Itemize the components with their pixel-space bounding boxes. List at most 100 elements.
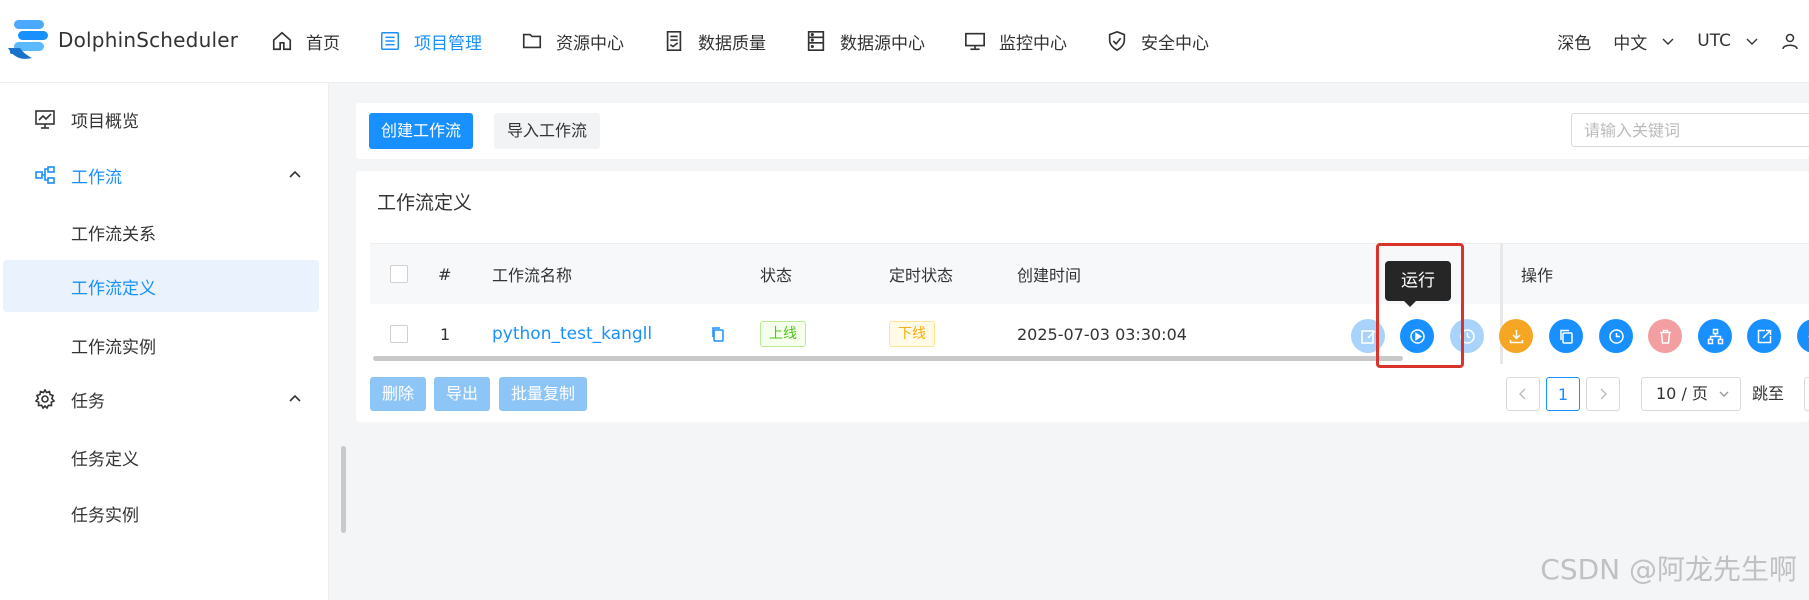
dolphin-logo-icon [8, 20, 48, 59]
sidebar-item-workflow-relation[interactable]: 工作流关系 [0, 206, 320, 258]
nav-label: 安全中心 [1141, 33, 1209, 54]
batch-export-button[interactable]: 导出 [434, 377, 491, 411]
copy-icon [1559, 329, 1573, 344]
schedule-status-badge: 下线 [889, 321, 935, 347]
nav-label: 数据源中心 [840, 33, 925, 54]
select-all-cell [390, 244, 408, 304]
row-select-cell [390, 304, 408, 364]
app-logo[interactable]: DolphinScheduler [6, 18, 238, 62]
column-header-status: 状态 [760, 266, 793, 285]
jump-to-label: 跳至 [1752, 384, 1785, 403]
chevron-up-icon [289, 170, 301, 178]
nav-label: 项目管理 [414, 33, 482, 54]
delete-button[interactable] [1648, 319, 1682, 353]
toolbar-card: 创建工作流 导入工作流 请输入关键词 [356, 103, 1809, 159]
user-icon[interactable] [1781, 32, 1799, 50]
sidebar-item-workflow-definition[interactable]: 工作流定义 [3, 260, 319, 312]
created-at-cell: 2025-07-03 03:30:04 [1017, 324, 1187, 344]
sidebar-item-label: 工作流关系 [71, 224, 156, 245]
nav-label: 资源中心 [556, 33, 624, 54]
datasource-icon [804, 29, 828, 53]
column-header-schedule-status: 定时状态 [889, 266, 954, 285]
copy-name-button[interactable] [710, 304, 726, 364]
sidebar-item-label: 任务定义 [71, 449, 139, 470]
sidebar-item-label: 项目概览 [71, 111, 139, 132]
sidebar-item-task-definition[interactable]: 任务定义 [0, 431, 320, 483]
batch-copy-button[interactable]: 批量复制 [499, 377, 588, 411]
nav-item-security[interactable]: 安全中心 [1105, 29, 1209, 54]
chevron-down-icon [1719, 391, 1729, 397]
export-button[interactable] [1747, 319, 1781, 353]
download-icon [1509, 329, 1523, 343]
nav-item-data-quality[interactable]: 数据质量 [662, 29, 766, 54]
sidebar-item-workflow-instance[interactable]: 工作流实例 [0, 319, 320, 371]
theme-label: 深色 [1557, 33, 1592, 54]
column-header-operation: 操作 [1521, 266, 1554, 285]
create-workflow-button[interactable]: 创建工作流 [369, 113, 474, 149]
sidebar-item-task[interactable]: 任务 [0, 373, 320, 425]
monitor-icon [963, 29, 987, 53]
theme-toggle[interactable]: 深色 [1557, 29, 1591, 54]
sidebar-item-project-overview[interactable]: 项目概览 [0, 93, 320, 145]
nav-item-home[interactable]: 首页 [270, 29, 340, 54]
watermark: CSDN @阿龙先生啊 [1540, 553, 1797, 586]
folder-icon [520, 29, 544, 53]
timezone-select[interactable]: UTC [1697, 31, 1759, 51]
delete-icon [1659, 329, 1671, 344]
column-header-index: # [438, 264, 452, 284]
table-horizontal-scrollbar[interactable] [373, 356, 1403, 361]
prev-page-button[interactable] [1506, 377, 1540, 411]
nav-item-datasource[interactable]: 数据源中心 [804, 29, 925, 54]
search-input[interactable]: 请输入关键词 [1571, 113, 1809, 147]
main-nav: 首页 项目管理 资源中心 数据质量 数据源中心 监控中心 安全中心 [270, 0, 1247, 82]
timezone-label: UTC [1697, 31, 1731, 51]
batch-delete-button[interactable]: 删除 [370, 377, 427, 411]
page-number-button[interactable]: 1 [1546, 377, 1580, 411]
nav-item-monitor[interactable]: 监控中心 [963, 29, 1067, 54]
shield-icon [1105, 29, 1129, 53]
workflow-table-card: 工作流定义 # 工作流名称 状态 定时状态 创建时间 操作 1 python_t… [356, 171, 1809, 422]
timing-button[interactable] [1599, 319, 1633, 353]
tree-icon [1707, 328, 1723, 344]
nav-item-project[interactable]: 项目管理 [378, 29, 482, 54]
chevron-right-icon [1600, 388, 1607, 400]
next-page-button[interactable] [1586, 377, 1620, 411]
project-list-icon [378, 29, 402, 53]
sidebar-item-task-instance[interactable]: 任务实例 [0, 487, 320, 539]
workflow-name-link[interactable]: python_test_kangll [492, 304, 652, 364]
jump-to-input[interactable] [1804, 377, 1809, 411]
chevron-down-icon [1662, 38, 1674, 45]
nav-label: 监控中心 [999, 33, 1067, 54]
sidebar-item-label: 任务实例 [71, 505, 139, 526]
schedule-status-cell: 下线 [889, 304, 935, 364]
row-checkbox[interactable] [390, 325, 408, 343]
gear-icon [34, 388, 56, 410]
page-size-label: 10 / 页 [1656, 384, 1708, 403]
status-cell: 上线 [760, 304, 806, 364]
tooltip-arrow [1404, 301, 1416, 307]
column-header-created-at: 创建时间 [1017, 266, 1082, 285]
table-header: # 工作流名称 状态 定时状态 创建时间 操作 [370, 243, 1809, 305]
sidebar-item-label: 工作流实例 [71, 337, 156, 358]
sidebar-item-workflow[interactable]: 工作流 [0, 149, 320, 201]
language-select[interactable]: 中文 [1613, 29, 1675, 54]
language-label: 中文 [1613, 33, 1648, 54]
select-all-checkbox[interactable] [390, 265, 408, 283]
card-title: 工作流定义 [377, 192, 473, 214]
edit-icon [1360, 329, 1376, 344]
chevron-left-icon [1519, 388, 1526, 400]
tree-view-button[interactable] [1698, 319, 1732, 353]
sidebar-scrollbar[interactable] [341, 446, 346, 533]
row-index: 1 [440, 324, 451, 344]
nav-label: 首页 [306, 33, 340, 54]
page-size-select[interactable]: 10 / 页 [1641, 377, 1741, 411]
copy-button[interactable] [1549, 319, 1583, 353]
sidebar-item-label: 工作流 [71, 167, 122, 188]
workflow-name-text: python_test_kangll [492, 324, 653, 344]
download-button[interactable] [1499, 319, 1533, 353]
nav-item-resource[interactable]: 资源中心 [520, 29, 624, 54]
import-workflow-button[interactable]: 导入工作流 [494, 113, 601, 149]
app-name: DolphinScheduler [58, 28, 239, 52]
workflow-icon [35, 166, 55, 184]
header-right: 深色 中文 UTC [1557, 0, 1809, 82]
